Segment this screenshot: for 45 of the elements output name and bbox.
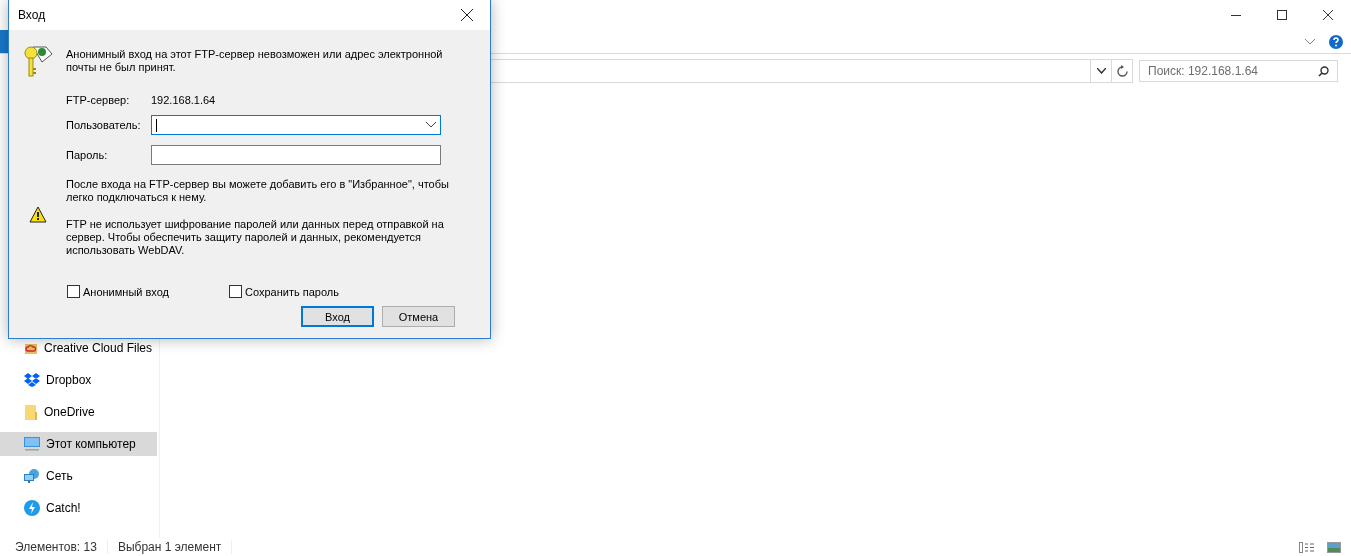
info-text: После входа на FTP-сервер вы можете добавить его в "Избранное", чтобы легко подключаться к нему. [66, 178, 450, 204]
search-field[interactable]: Поиск: 192.168.1.64 [1139, 60, 1338, 82]
password-field[interactable] [151, 145, 441, 165]
minimize-icon[interactable] [1231, 14, 1241, 16]
status-text: Выбран 1 элемент [117, 540, 233, 554]
sidebar-item[interactable]: Catch! [0, 496, 157, 520]
username-combobox[interactable] [151, 115, 441, 135]
chevron-icon [426, 122, 436, 128]
close-icon[interactable] [1323, 10, 1333, 20]
server-address: 192.168.1.64 [151, 94, 216, 106]
dialog-button[interactable]: Отмена [382, 306, 455, 327]
search-icon [1318, 65, 1329, 77]
checkbox[interactable] [229, 285, 242, 298]
error-message: Анонимный вход на этот FTP-сервер невозможен или адрес электронной почты не был принят. [66, 48, 444, 74]
dropdown-icon[interactable] [1096, 68, 1106, 74]
checkbox-label[interactable]: Анонимный вход [83, 285, 169, 298]
network-icon [24, 468, 40, 484]
close-icon[interactable] [461, 9, 473, 21]
refresh-icon[interactable] [1116, 65, 1128, 77]
maximize-icon[interactable] [1277, 10, 1287, 20]
sidebar-item[interactable]: Этот компьютер [0, 432, 157, 456]
dialog-title: Вход [18, 8, 46, 22]
dialog-button[interactable]: Вход [301, 306, 374, 327]
warning-icon [28, 206, 47, 223]
chevron-icon[interactable] [1305, 38, 1315, 45]
sidebar-item[interactable]: Dropbox [0, 368, 157, 392]
field-label: FTP-сервер: [66, 94, 131, 106]
cloud-icon [24, 341, 38, 355]
checkbox[interactable] [67, 285, 80, 298]
help-icon[interactable] [1329, 34, 1343, 49]
monitor-icon [24, 437, 40, 451]
checkbox-label[interactable]: Сохранить пароль [245, 285, 339, 298]
warning-text: FTP не использует шифрование паролей или данных перед отправкой на сервер. Чтобы обеспечить защиту паролей и данных, рекомендуется использовать WebDAV. [66, 218, 445, 257]
field-label: Пользователь: [66, 119, 142, 131]
sidebar-item[interactable]: Creative Cloud Files [0, 336, 157, 360]
thumbnail-view-icon[interactable] [1327, 541, 1341, 553]
status-text: Элементов: 13 [15, 540, 108, 554]
details-view-icon[interactable] [1299, 541, 1315, 553]
field-label: Пароль: [66, 149, 109, 161]
dropbox-icon [24, 373, 40, 387]
folder-icon [24, 404, 38, 420]
sidebar-item[interactable]: OneDrive [0, 400, 157, 424]
sidebar-item[interactable]: Сеть [0, 464, 157, 488]
lightning-icon [24, 500, 40, 516]
key-icon [22, 44, 53, 78]
